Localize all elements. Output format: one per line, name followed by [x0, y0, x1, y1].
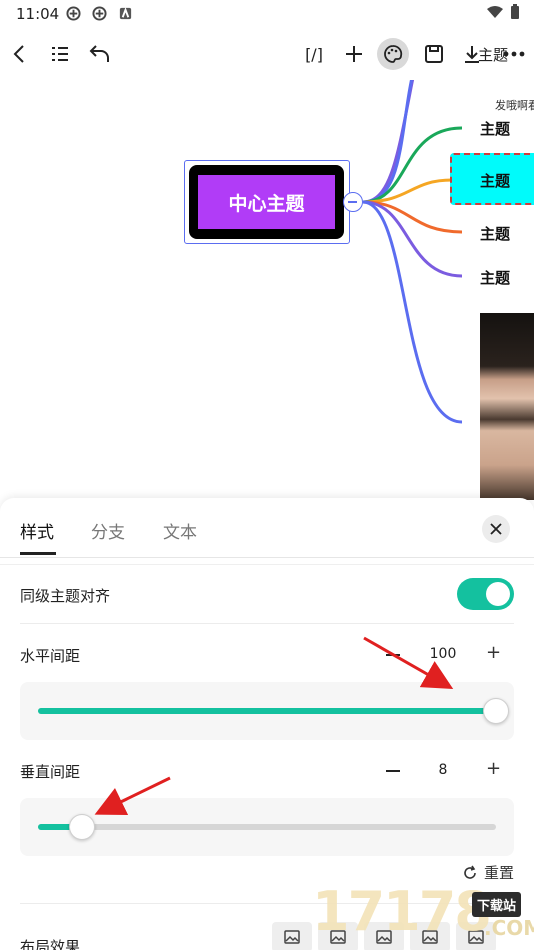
- wifi-icon: [487, 6, 503, 18]
- tab-text[interactable]: 文本: [163, 518, 197, 543]
- image-icon: [284, 930, 300, 944]
- collapse-branch-button[interactable]: [343, 192, 363, 212]
- central-topic-selection[interactable]: 中心主题: [184, 160, 350, 244]
- watermark-number: 17178: [312, 880, 492, 943]
- align-toggle-knob: [486, 582, 510, 606]
- topic-node-4[interactable]: 主题: [480, 267, 510, 288]
- mindmap-canvas[interactable]: 中心主题 发哦啊看 主题 主题 主题 主题: [0, 80, 534, 500]
- topic-note: 发哦啊看: [495, 99, 534, 112]
- vertical-spacing-label: 垂直间距: [20, 763, 81, 781]
- layout-label: 布局效果: [20, 938, 81, 950]
- active-tab-indicator: [20, 552, 56, 555]
- arrow-left-icon: [13, 45, 24, 63]
- topic-node-3[interactable]: 主题: [480, 223, 510, 244]
- topic-node-1[interactable]: 主题: [480, 118, 510, 139]
- add-topic-button[interactable]: [338, 38, 370, 70]
- watermark-badge: 下载站: [472, 892, 522, 917]
- tabs-divider-2: [0, 564, 534, 565]
- align-toggle[interactable]: [457, 578, 514, 610]
- refresh-icon: [464, 865, 476, 879]
- palette-icon: [384, 45, 403, 63]
- app-notification-icon: [66, 6, 81, 21]
- vertical-slider-track[interactable]: [38, 814, 496, 840]
- save-icon: [425, 45, 443, 63]
- tabs-divider: [0, 557, 534, 558]
- branch-lines: [362, 80, 463, 424]
- more-icon: [503, 51, 525, 57]
- site-watermark: 17178 下载站 .COM: [300, 880, 534, 950]
- watermark-suffix: .COM: [484, 916, 534, 940]
- undo-icon: [89, 45, 109, 62]
- horizontal-slider-fill: [38, 708, 496, 714]
- battery-icon: [511, 4, 519, 19]
- vertical-slider-thumb[interactable]: [68, 814, 95, 840]
- tab-branch[interactable]: 分支: [91, 518, 125, 543]
- topic-node-selected-label: 主题: [480, 172, 511, 190]
- align-label: 同级主题对齐: [20, 587, 111, 605]
- style-button[interactable]: [377, 38, 409, 70]
- editor-toolbar: [/] 主题: [0, 32, 534, 76]
- panel-tabs: 样式 分支 文本: [0, 498, 534, 558]
- back-button[interactable]: [4, 38, 36, 70]
- central-topic-label: 中心主题: [198, 175, 335, 229]
- plus-icon: [346, 46, 362, 62]
- status-bar: 11:04: [0, 0, 534, 28]
- list-icon: [52, 47, 68, 61]
- horizontal-spacing-label: 水平间距: [20, 647, 81, 665]
- undo-button[interactable]: [84, 38, 116, 70]
- vertical-minus-button[interactable]: [386, 770, 400, 772]
- bracket-button[interactable]: [/]: [298, 38, 330, 70]
- horizontal-value[interactable]: 100: [418, 646, 468, 662]
- horizontal-slider-track[interactable]: [38, 698, 509, 724]
- vertical-value[interactable]: 8: [418, 762, 468, 778]
- central-topic-node[interactable]: 中心主题: [189, 165, 344, 239]
- divider-1: [20, 623, 514, 624]
- tab-style[interactable]: 样式: [20, 518, 54, 543]
- horizontal-plus-button[interactable]: +: [486, 642, 501, 663]
- horizontal-slider-thumb[interactable]: [483, 698, 509, 724]
- app-notification-icon-2: [92, 6, 107, 21]
- branch-line-5: [362, 200, 463, 424]
- vertical-plus-button[interactable]: +: [486, 758, 501, 779]
- topic-node-selected[interactable]: 主题: [450, 153, 534, 205]
- android-icon: [119, 7, 132, 20]
- bracket-icon: [/]: [305, 44, 323, 64]
- status-time: 11:04: [16, 5, 60, 23]
- close-icon: [490, 523, 502, 535]
- horizontal-minus-button[interactable]: [386, 654, 400, 656]
- more-button[interactable]: [498, 38, 530, 70]
- save-button[interactable]: [418, 38, 450, 70]
- vertical-slider-box: [20, 798, 514, 856]
- outline-button[interactable]: [44, 38, 76, 70]
- close-panel-button[interactable]: [482, 515, 510, 543]
- topic-image[interactable]: [480, 313, 534, 500]
- horizontal-slider-box: [20, 682, 514, 740]
